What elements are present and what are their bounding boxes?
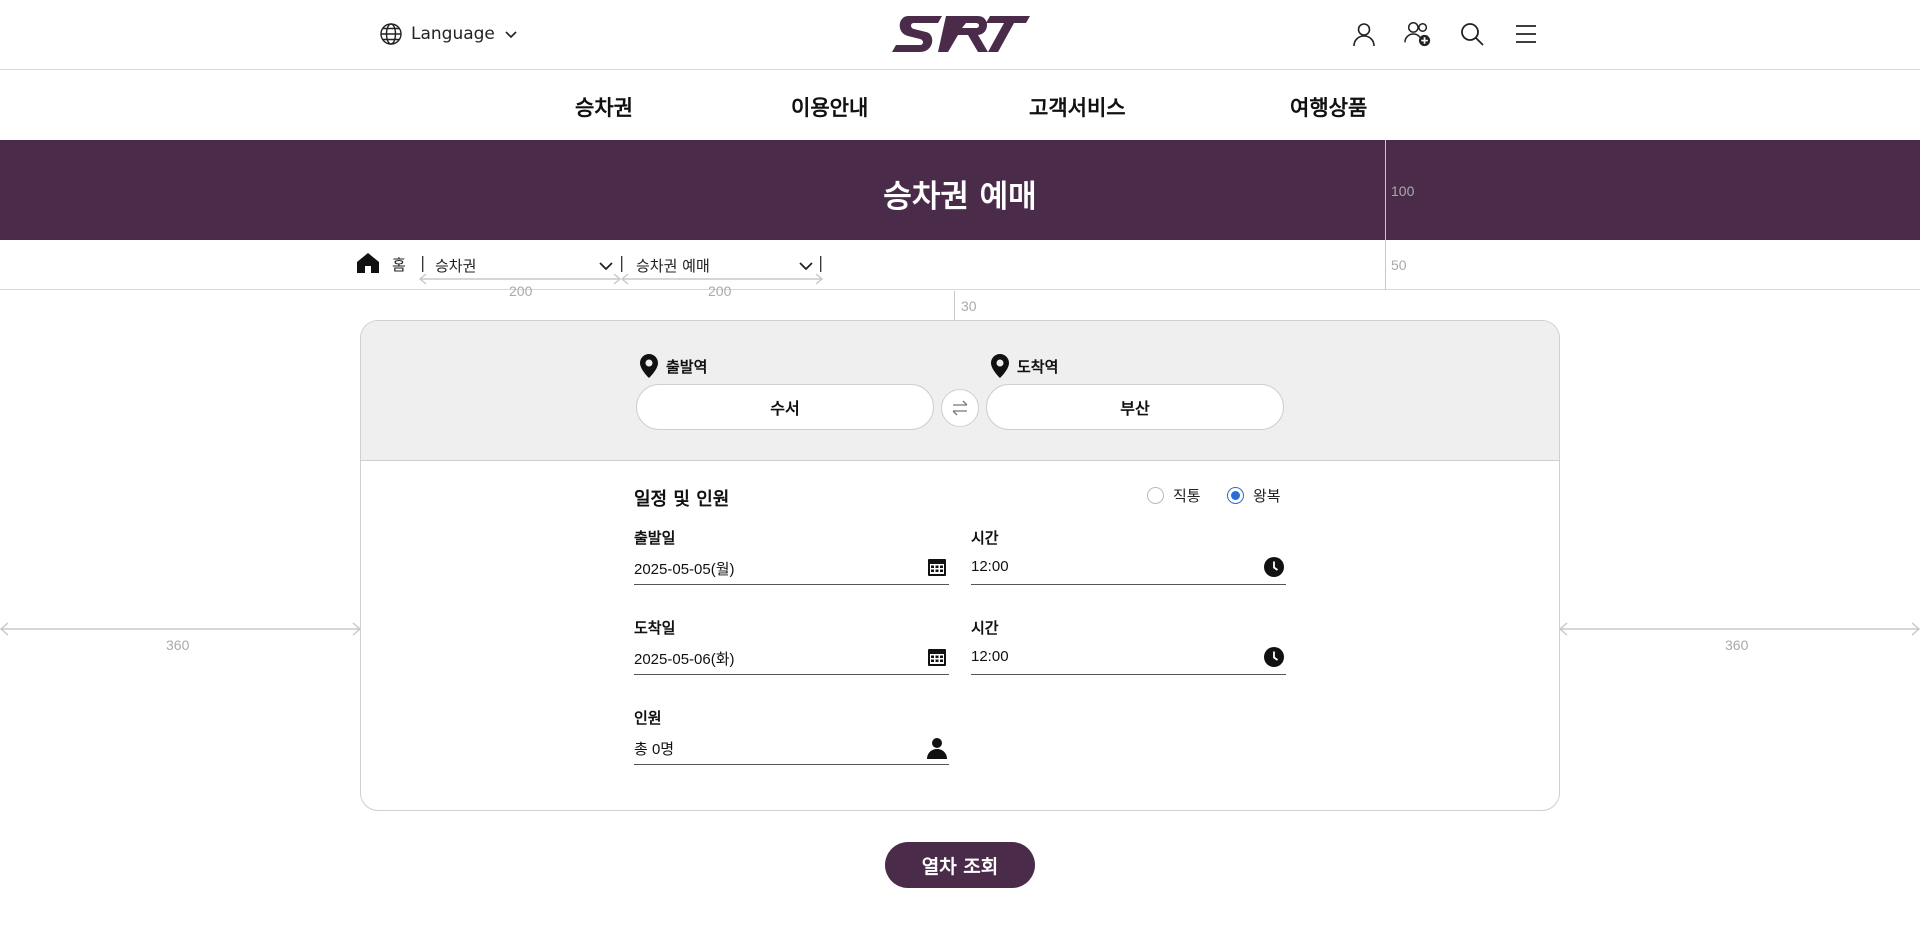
location-pin-icon [640, 354, 658, 378]
arrive-time-field[interactable]: 12:00 [971, 641, 1286, 675]
depart-date-value: 2025-05-05(월) [634, 561, 735, 578]
nav-item-customer-service[interactable]: 고객서비스 [1029, 92, 1126, 122]
arrive-time-value: 12:00 [971, 648, 1009, 665]
page-banner: 승차권 예매 [0, 140, 1920, 240]
guide-label-side-left: 360 [166, 637, 190, 653]
arrive-date-field[interactable]: 2025-05-06(화) [634, 641, 949, 675]
radio-round-trip-label: 왕복 [1253, 487, 1281, 505]
booking-card: 출발역 수서 도착역 부산 일정 및 인원 직통 왕복 출발일 2025-05-… [360, 320, 1560, 811]
arrival-station-label: 도착역 [991, 354, 1058, 378]
depart-time-label: 시간 [971, 529, 999, 547]
arrive-time-label: 시간 [971, 619, 999, 637]
guide-label-crumb-height: 50 [1391, 257, 1407, 273]
arrival-label-text: 도착역 [1017, 357, 1059, 376]
chevron-down-icon [599, 262, 613, 271]
depart-time-value: 12:00 [971, 558, 1009, 575]
radio-round-trip[interactable]: 왕복 [1227, 485, 1281, 506]
globe-icon [380, 23, 402, 45]
guide-label-crumb-width-2: 200 [708, 283, 732, 299]
nav-item-travel-products[interactable]: 여행상품 [1290, 92, 1367, 122]
person-icon [927, 738, 947, 759]
arrive-date-value: 2025-05-06(화) [634, 651, 735, 668]
clock-icon [1264, 557, 1284, 577]
schedule-section-title: 일정 및 인원 [634, 489, 730, 510]
station-panel: 출발역 수서 도착역 부산 [361, 321, 1559, 461]
search-trains-button[interactable]: 열차 조회 [885, 842, 1035, 888]
passengers-value: 총 0명 [634, 741, 675, 758]
language-selector[interactable]: Language [379, 21, 519, 47]
guide-breadcrumb-widths [418, 273, 824, 285]
swap-stations-button[interactable] [941, 389, 979, 427]
header-icon-group [1350, 20, 1540, 48]
location-pin-icon [991, 354, 1009, 378]
nav-item-guide[interactable]: 이용안내 [791, 92, 868, 122]
breadcrumb-home[interactable]: 홈 [392, 254, 406, 275]
calendar-icon [928, 649, 946, 666]
language-label: Language [411, 24, 495, 44]
menu-icon[interactable] [1512, 20, 1540, 48]
user-icon[interactable] [1350, 20, 1378, 48]
guide-label-crumb-width-1: 200 [509, 283, 533, 299]
radio-round-trip-indicator [1227, 487, 1244, 504]
arrive-date-label: 도착일 [634, 619, 676, 637]
breadcrumb: 홈 | 승차권 | 승차권 예매 | [0, 240, 1920, 290]
guide-vertical-line [1385, 140, 1386, 290]
radio-direct[interactable]: 직통 [1147, 485, 1201, 506]
radio-direct-indicator [1147, 487, 1164, 504]
departure-label-text: 출발역 [666, 357, 708, 376]
clock-icon [1264, 647, 1284, 667]
guide-left-margin [0, 622, 362, 636]
departure-station-label: 출발역 [640, 354, 707, 378]
search-icon[interactable] [1458, 20, 1486, 48]
depart-time-field[interactable]: 12:00 [971, 551, 1286, 585]
top-header: Language [0, 0, 1920, 70]
home-icon[interactable] [357, 253, 379, 273]
breadcrumb-separator: | [420, 253, 426, 272]
depart-date-field[interactable]: 2025-05-05(월) [634, 551, 949, 585]
logo-mark [892, 16, 1030, 52]
srt-logo[interactable] [890, 12, 1030, 56]
chevron-down-icon [505, 31, 517, 39]
nav-item-ticket[interactable]: 승차권 [575, 92, 633, 122]
guide-right-margin [1558, 622, 1920, 636]
guide-label-gap-top: 30 [961, 298, 977, 314]
calendar-icon [928, 559, 946, 576]
swap-icon [952, 400, 968, 416]
page-title: 승차권 예매 [883, 179, 1037, 215]
depart-date-label: 출발일 [634, 529, 676, 547]
user-add-icon[interactable] [1404, 20, 1432, 48]
main-nav: 승차권 이용안내 고객서비스 여행상품 [0, 70, 1920, 140]
breadcrumb-separator: | [818, 253, 824, 272]
guide-gap-line [954, 291, 955, 320]
passengers-field[interactable]: 총 0명 [634, 731, 949, 765]
guide-label-side-right: 360 [1725, 637, 1749, 653]
departure-station-button[interactable]: 수서 [636, 384, 934, 430]
guide-label-banner-height: 100 [1391, 183, 1415, 199]
arrival-station-button[interactable]: 부산 [986, 384, 1284, 430]
radio-direct-label: 직통 [1173, 487, 1201, 505]
breadcrumb-separator: | [619, 253, 625, 272]
chevron-down-icon [799, 262, 813, 271]
passengers-label: 인원 [634, 709, 662, 727]
